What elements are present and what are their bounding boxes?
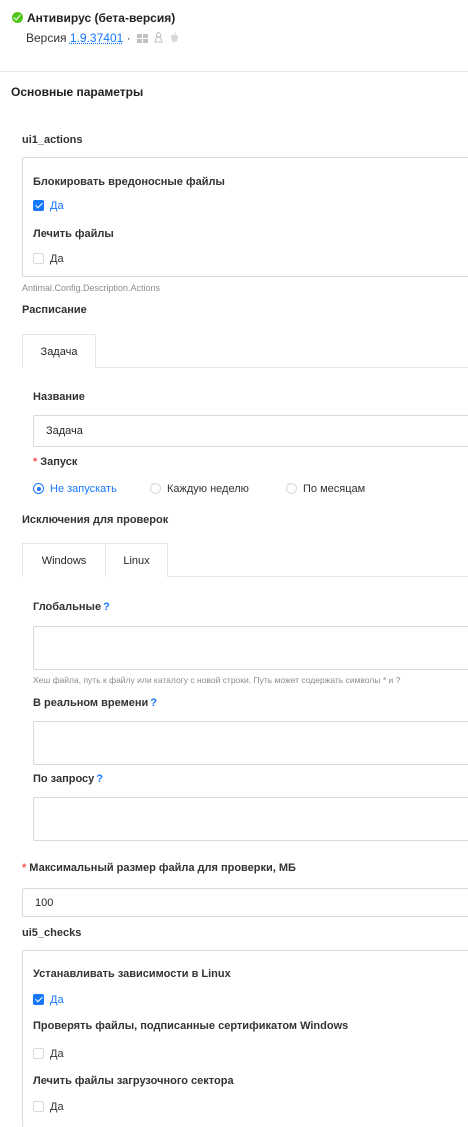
deps-checkbox[interactable]: Да bbox=[33, 992, 64, 1006]
actions-title: ui1_actions bbox=[22, 134, 83, 146]
version-row: Версия 1.9.37401 · bbox=[26, 31, 179, 46]
section-title-main: Основные параметры bbox=[11, 85, 144, 99]
exclusions-hint: Хеш файла, путь к файлу или каталогу с н… bbox=[33, 675, 401, 685]
version-separator: · bbox=[126, 31, 131, 45]
task-name-label: Название bbox=[33, 391, 85, 403]
schedule-tabs-line bbox=[96, 367, 468, 368]
header-divider bbox=[0, 71, 468, 72]
exclusions-title: Исключения для проверок bbox=[22, 514, 169, 526]
max-size-input[interactable]: 100 bbox=[22, 888, 468, 917]
apple-icon bbox=[170, 32, 179, 46]
realtime-label-text: В реальном времени bbox=[33, 697, 149, 709]
schedule-title: Расписание bbox=[22, 304, 87, 316]
radio-unselected-icon bbox=[286, 483, 297, 494]
realtime-textarea[interactable] bbox=[33, 721, 468, 765]
tab-linux-label: Linux bbox=[123, 554, 150, 567]
signed-option: Да bbox=[50, 1048, 64, 1060]
realtime-label: В реальном времени? bbox=[33, 697, 157, 709]
max-size-value: 100 bbox=[35, 896, 54, 909]
ondemand-textarea[interactable] bbox=[33, 797, 468, 841]
check-circle-icon bbox=[12, 12, 23, 23]
launch-label-text: Запуск bbox=[40, 456, 78, 468]
required-mark: * bbox=[33, 456, 38, 468]
task-name-input[interactable]: Задача bbox=[33, 415, 468, 447]
tab-task-label: Задача bbox=[40, 345, 78, 358]
radio-no-launch-label: Не запускать bbox=[50, 483, 117, 495]
app-title-text: Антивирус (бета-версия) bbox=[27, 11, 176, 25]
help-icon[interactable]: ? bbox=[150, 697, 157, 709]
launch-label: * Запуск bbox=[33, 456, 77, 468]
actions-hint: Antimal.Config.Description.Actions bbox=[22, 283, 161, 293]
tab-linux[interactable]: Linux bbox=[105, 543, 168, 577]
task-name-value: Задача bbox=[46, 425, 83, 437]
radio-selected-icon bbox=[33, 483, 44, 494]
checks-title: ui5_checks bbox=[22, 927, 82, 939]
actions-box bbox=[22, 157, 468, 277]
version-prefix: Версия bbox=[26, 31, 67, 45]
block-files-label: Блокировать вредоносные файлы bbox=[33, 176, 225, 188]
ondemand-label-text: По запросу bbox=[33, 773, 95, 785]
max-size-label-text: Максимальный размер файла для проверки, … bbox=[29, 862, 296, 874]
deps-option: Да bbox=[50, 994, 64, 1006]
checkbox-unchecked-icon bbox=[33, 1048, 44, 1059]
help-icon[interactable]: ? bbox=[96, 773, 103, 785]
boot-label: Лечить файлы загрузочного сектора bbox=[33, 1075, 234, 1087]
checkbox-unchecked-icon bbox=[33, 1101, 44, 1112]
tab-windows[interactable]: Windows bbox=[22, 543, 106, 577]
windows-icon bbox=[136, 34, 148, 46]
cure-files-option: Да bbox=[50, 253, 64, 265]
global-label: Глобальные? bbox=[33, 601, 110, 613]
exclusion-tabs-line bbox=[168, 576, 468, 577]
global-textarea[interactable] bbox=[33, 626, 468, 670]
boot-checkbox[interactable]: Да bbox=[33, 1099, 64, 1113]
radio-weekly[interactable]: Каждую неделю bbox=[150, 481, 249, 495]
block-files-option: Да bbox=[50, 200, 64, 212]
radio-monthly[interactable]: По месяцам bbox=[286, 481, 365, 495]
cure-files-checkbox[interactable]: Да bbox=[33, 251, 64, 265]
radio-monthly-label: По месяцам bbox=[303, 483, 366, 495]
linux-icon bbox=[154, 32, 164, 46]
checkbox-unchecked-icon bbox=[33, 253, 44, 264]
signed-checkbox[interactable]: Да bbox=[33, 1046, 64, 1060]
checkbox-checked-icon bbox=[33, 200, 44, 211]
radio-unselected-icon bbox=[150, 483, 161, 494]
cure-files-label: Лечить файлы bbox=[33, 228, 114, 240]
required-mark: * bbox=[22, 862, 27, 874]
checkbox-checked-icon bbox=[33, 994, 44, 1005]
signed-label: Проверять файлы, подписанные сертификато… bbox=[33, 1020, 349, 1032]
help-icon[interactable]: ? bbox=[103, 601, 110, 613]
ondemand-label: По запросу? bbox=[33, 773, 103, 785]
max-size-label: * Максимальный размер файла для проверки,… bbox=[22, 862, 296, 874]
radio-weekly-label: Каждую неделю bbox=[167, 483, 249, 495]
app-title: Антивирус (бета-версия) bbox=[12, 11, 175, 25]
block-files-checkbox[interactable]: Да bbox=[33, 198, 64, 212]
global-label-text: Глобальные bbox=[33, 601, 102, 613]
boot-option: Да bbox=[50, 1101, 64, 1113]
deps-label: Устанавливать зависимости в Linux bbox=[33, 968, 231, 980]
tab-windows-label: Windows bbox=[41, 554, 87, 567]
radio-no-launch[interactable]: Не запускать bbox=[33, 481, 117, 495]
version-link[interactable]: 1.9.37401 bbox=[70, 31, 123, 45]
tab-task[interactable]: Задача bbox=[22, 334, 96, 368]
